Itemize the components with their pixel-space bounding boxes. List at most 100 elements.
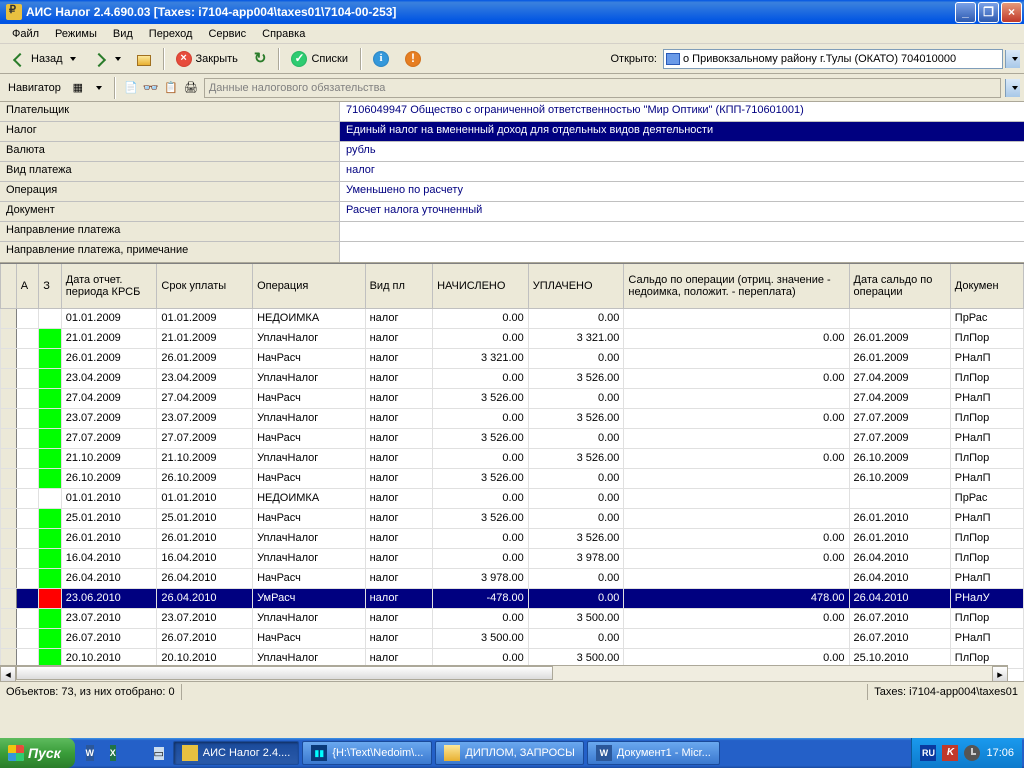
table-row[interactable]: 26.01.201026.01.2010УплачНалогналог0.003… [1, 528, 1024, 548]
menu-modes[interactable]: Режимы [47, 26, 105, 42]
horizontal-scrollbar[interactable]: ◂ ▸ [0, 665, 1008, 681]
property-row[interactable]: ДокументРасчет налога уточненный [0, 202, 1024, 222]
nav-grid-icon[interactable]: ▦ [69, 79, 87, 97]
table-row[interactable]: 26.04.201026.04.2010НачРасчналог3 978.00… [1, 568, 1024, 588]
table-row[interactable]: 23.07.201023.07.2010УплачНалогналог0.003… [1, 608, 1024, 628]
table-row[interactable]: 27.07.200927.07.2009НачРасчналог3 526.00… [1, 428, 1024, 448]
property-row[interactable]: Направление платежа [0, 222, 1024, 242]
scroll-left-button[interactable]: ◂ [0, 666, 16, 681]
column-header[interactable]: А [16, 264, 39, 308]
table-row[interactable]: 01.01.200901.01.2009НЕДОИМКАналог0.000.0… [1, 308, 1024, 328]
property-value[interactable]: налог [340, 162, 1024, 181]
minimize-button[interactable]: _ [955, 2, 976, 23]
property-label: Валюта [0, 142, 340, 161]
table-row[interactable]: 26.10.200926.10.2009НачРасчналог3 526.00… [1, 468, 1024, 488]
navigator-input[interactable]: Данные налогового обязательства [204, 78, 1001, 98]
table-row[interactable]: 27.04.200927.04.2009НачРасчналог3 526.00… [1, 388, 1024, 408]
nav-binoculars-icon[interactable]: 👓 [142, 79, 160, 97]
nav-print-icon[interactable]: 🖨 [182, 79, 200, 97]
column-header[interactable] [1, 264, 17, 308]
warn-button[interactable]: ! [398, 48, 428, 70]
column-header[interactable]: Докумен [950, 264, 1023, 308]
nav-doc-icon[interactable]: 📄 [122, 79, 140, 97]
cell-doc: ПлПор [950, 548, 1023, 568]
table-row[interactable]: 23.04.200923.04.2009УплачНалогналог0.003… [1, 368, 1024, 388]
property-row[interactable]: НалогЕдиный налог на вмененный доход для… [0, 122, 1024, 142]
taskbar-task[interactable]: ▮▮{H:\Text\Nedoim\... [302, 741, 432, 765]
refresh-button[interactable]: ↻ [247, 48, 274, 70]
table-row[interactable]: 16.04.201016.04.2010УплачНалогналог0.003… [1, 548, 1024, 568]
open-combo-drop[interactable] [1005, 50, 1020, 68]
back-button[interactable]: Назад [4, 48, 83, 70]
property-row[interactable]: Валютарубль [0, 142, 1024, 162]
property-label: Направление платежа [0, 222, 340, 241]
menu-view[interactable]: Вид [105, 26, 141, 42]
property-value[interactable]: 7106049947 Общество с ограниченной ответ… [340, 102, 1024, 121]
navigator-drop[interactable] [1005, 79, 1020, 97]
nav-dropdown-icon[interactable] [89, 79, 107, 97]
taskbar-task[interactable]: WДокумент1 - Micr... [587, 741, 720, 765]
lang-indicator[interactable]: RU [920, 745, 936, 761]
taskbar-task[interactable]: ДИПЛОМ, ЗАПРОСЫ [435, 741, 583, 765]
column-header[interactable]: З [39, 264, 62, 308]
forward-button[interactable] [85, 48, 128, 70]
menu-file[interactable]: Файл [4, 26, 47, 42]
ql-excel-icon[interactable]: X [102, 741, 124, 765]
cell-mark [39, 328, 62, 348]
property-value[interactable] [340, 242, 1024, 262]
table-row[interactable]: 21.10.200921.10.2009УплачНалогналог0.003… [1, 448, 1024, 468]
table-row[interactable]: 26.07.201026.07.2010НачРасчналог3 500.00… [1, 628, 1024, 648]
table-row[interactable]: 26.01.200926.01.2009НачРасчналог3 321.00… [1, 348, 1024, 368]
ql-word-icon[interactable]: W [79, 741, 101, 765]
cell-paid: 0.00 [528, 488, 624, 508]
nav-filter-icon[interactable]: 📋 [162, 79, 180, 97]
ql-desktop-icon[interactable]: ▭ [148, 741, 170, 765]
menu-service[interactable]: Сервис [200, 26, 254, 42]
ql-ie-icon[interactable] [125, 741, 147, 765]
row-header [1, 508, 17, 528]
start-button[interactable]: Пуск [0, 738, 75, 768]
property-value[interactable]: рубль [340, 142, 1024, 161]
clock-tray-icon[interactable] [964, 745, 980, 761]
taskbar-task[interactable]: АИС Налог 2.4.... [173, 741, 300, 765]
cell-a [16, 308, 39, 328]
property-row[interactable]: Плательщик7106049947 Общество с ограниче… [0, 102, 1024, 122]
menu-go[interactable]: Переход [141, 26, 201, 42]
scroll-right-button[interactable]: ▸ [992, 666, 1008, 681]
open-combo[interactable]: о Привокзальному району г.Тулы (ОКАТО) 7… [663, 49, 1003, 69]
column-header[interactable]: НАЧИСЛЕНО [433, 264, 529, 308]
property-value[interactable]: Уменьшено по расчету [340, 182, 1024, 201]
restore-button[interactable]: ❐ [978, 2, 999, 23]
scroll-thumb[interactable] [16, 666, 553, 680]
column-header[interactable]: Дата сальдо по операции [849, 264, 950, 308]
property-row[interactable]: ОперацияУменьшено по расчету [0, 182, 1024, 202]
column-header[interactable]: УПЛАЧЕНО [528, 264, 624, 308]
property-row[interactable]: Направление платежа, примечание [0, 242, 1024, 262]
table-row[interactable]: 25.01.201025.01.2010НачРасчналог3 526.00… [1, 508, 1024, 528]
lists-button[interactable]: ✓ Списки [284, 48, 355, 70]
column-header[interactable]: Вид пл [365, 264, 433, 308]
column-header[interactable]: Срок уплаты [157, 264, 253, 308]
cell-doc: ПлПор [950, 448, 1023, 468]
column-header[interactable]: Сальдо по операции (отриц. значение - не… [624, 264, 849, 308]
table-row[interactable]: 01.01.201001.01.2010НЕДОИМКАналог0.000.0… [1, 488, 1024, 508]
property-value[interactable]: Единый налог на вмененный доход для отде… [340, 122, 1024, 141]
table-row[interactable]: 21.01.200921.01.2009УплачНалогналог0.003… [1, 328, 1024, 348]
menu-help[interactable]: Справка [254, 26, 313, 42]
close-doc-button[interactable]: × Закрыть [169, 48, 245, 70]
data-grid[interactable]: АЗДата отчет. периода КРСБСрок уплатыОпе… [0, 264, 1024, 681]
table-row[interactable]: 23.06.201026.04.2010УмРасчналог-478.000.… [1, 588, 1024, 608]
up-folder-button[interactable] [130, 48, 158, 70]
info-button[interactable]: i [366, 48, 396, 70]
cell-saldo [624, 388, 849, 408]
property-row[interactable]: Вид платежаналог [0, 162, 1024, 182]
antivirus-icon[interactable]: K [942, 745, 958, 761]
column-header[interactable]: Дата отчет. периода КРСБ [61, 264, 157, 308]
column-header[interactable]: Операция [253, 264, 366, 308]
property-value[interactable]: Расчет налога уточненный [340, 202, 1024, 221]
cell-a [16, 628, 39, 648]
close-window-button[interactable]: × [1001, 2, 1022, 23]
table-row[interactable]: 23.07.200923.07.2009УплачНалогналог0.003… [1, 408, 1024, 428]
property-value[interactable] [340, 222, 1024, 241]
scroll-track[interactable] [16, 666, 992, 681]
